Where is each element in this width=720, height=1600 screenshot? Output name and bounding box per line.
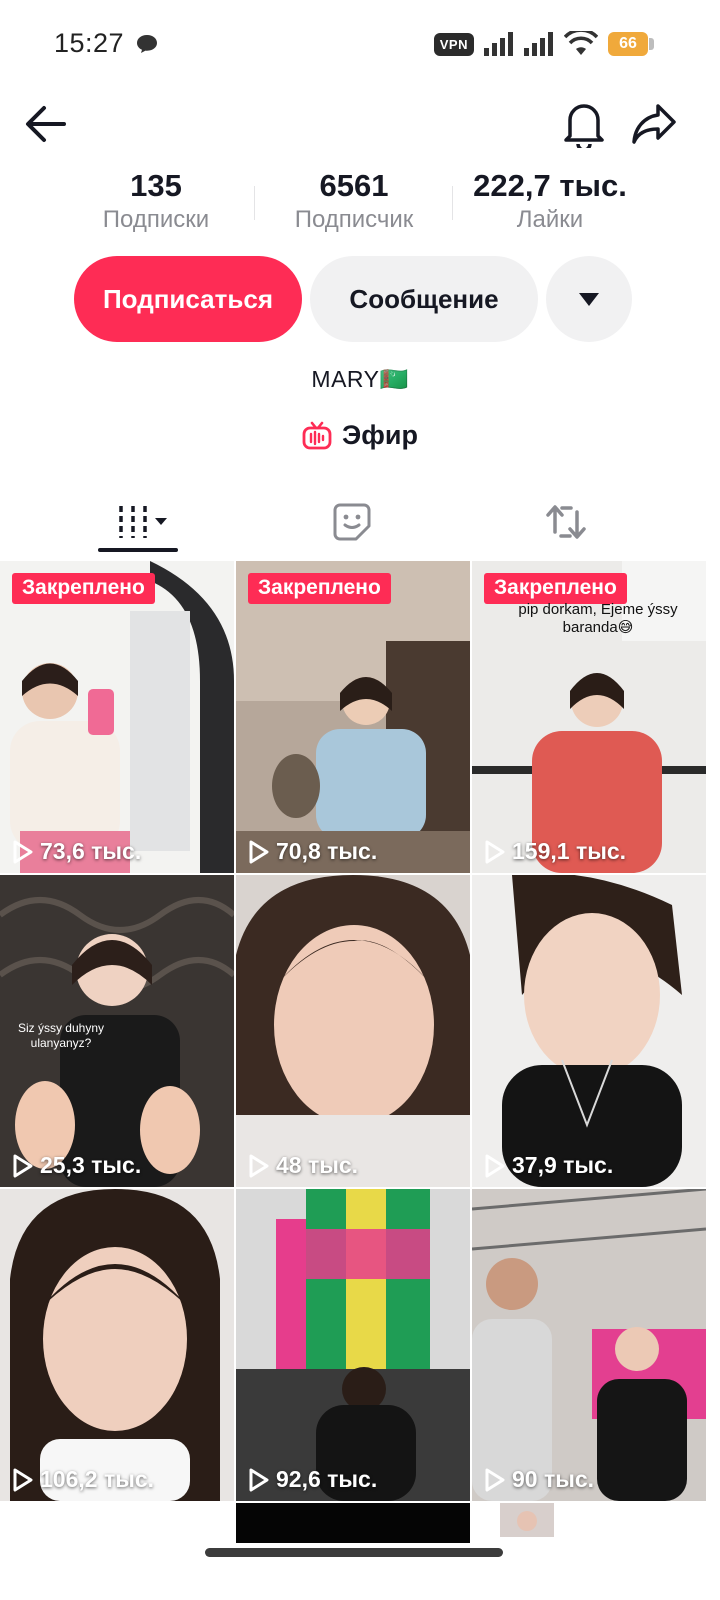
back-arrow-icon — [26, 106, 66, 142]
signal-icon — [484, 32, 513, 56]
status-time: 15:27 — [54, 28, 125, 58]
video-thumbnail — [500, 1503, 554, 1537]
chat-notification-icon — [137, 35, 157, 53]
vpn-badge: VPN — [433, 32, 474, 56]
tab-reposts[interactable] — [536, 492, 596, 552]
notifications-button[interactable] — [556, 96, 612, 152]
view-count-text: 48 тыс. — [276, 1152, 359, 1178]
video-thumbnail — [472, 875, 706, 1187]
play-icon — [249, 1154, 269, 1177]
followers-count: 6561 — [319, 168, 389, 203]
status-icons: VPN 66 — [433, 30, 654, 58]
pinned-badge: Закреплено — [484, 573, 627, 604]
video-tile[interactable]: Закреплено 73,6 тыс. — [0, 561, 234, 873]
live-label: Эфир — [342, 420, 418, 450]
play-icon — [13, 1154, 33, 1177]
likes-label: Лайки — [516, 206, 584, 233]
video-thumbnail — [0, 1189, 234, 1501]
view-count: 37,9 тыс. — [484, 1152, 613, 1179]
video-caption: pip dorkam, Ejeme ýssy baranda😅 — [518, 601, 678, 636]
videos-grid-icon — [119, 506, 167, 538]
view-count-text: 25,3 тыс. — [40, 1152, 142, 1178]
followers-stat[interactable]: 6561 Подписчик — [274, 168, 434, 234]
video-tile[interactable] — [0, 1503, 234, 1543]
status-bar: 15:27 VPN 66 — [0, 0, 720, 90]
likes-count: 222,7 тыс. — [473, 168, 627, 203]
video-tile[interactable]: 92,6 тыс. — [236, 1189, 470, 1501]
wifi-icon — [564, 31, 598, 55]
view-count: 70,8 тыс. — [248, 838, 377, 865]
likes-stat[interactable]: 222,7 тыс. Лайки — [460, 168, 640, 234]
caret-down-icon — [579, 293, 599, 306]
play-icon — [249, 840, 269, 863]
video-tile[interactable]: Siz ýssy duhyny ulanyanyz? 25,3 тыс. — [0, 875, 234, 1187]
following-count: 135 — [130, 168, 182, 203]
play-icon — [249, 1468, 269, 1491]
tab-favorites[interactable] — [322, 492, 382, 552]
active-tab-indicator — [98, 548, 178, 552]
view-count-text: 73,6 тыс. — [40, 838, 142, 864]
play-icon — [13, 840, 33, 863]
video-thumbnail — [236, 875, 470, 1187]
video-tile[interactable]: 106,2 тыс. — [0, 1189, 234, 1501]
view-count: 73,6 тыс. — [12, 838, 141, 865]
view-count-text: 90 тыс. — [512, 1466, 595, 1492]
message-button[interactable]: Сообщение — [310, 256, 538, 342]
share-button[interactable] — [626, 96, 682, 152]
view-count: 92,6 тыс. — [248, 1466, 377, 1493]
battery-icon: 66 — [608, 32, 654, 56]
video-tile[interactable]: Закреплено pip dorkam, Ejeme ýssy barand… — [472, 561, 706, 873]
view-count: 48 тыс. — [248, 1152, 358, 1179]
view-count-text: 70,8 тыс. — [276, 838, 378, 864]
video-thumbnail — [236, 1189, 470, 1501]
live-link[interactable]: Эфир — [0, 420, 720, 451]
video-thumbnail — [472, 1189, 706, 1501]
favorites-sticker-icon — [333, 503, 371, 541]
pinned-badge: Закреплено — [12, 573, 155, 604]
view-count-text: 37,9 тыс. — [512, 1152, 614, 1178]
suggested-accounts-button[interactable] — [546, 256, 632, 342]
video-thumbnail — [236, 561, 470, 873]
view-count-text: 106,2 тыс. — [40, 1466, 155, 1492]
play-icon — [485, 840, 505, 863]
reposts-icon — [546, 505, 586, 539]
video-tile[interactable]: 48 тыс. — [236, 875, 470, 1187]
profile-stats: 135 Подписки 6561 Подписчик 222,7 тыс. Л… — [0, 168, 720, 240]
video-tile[interactable]: Закреплено 70,8 тыс. — [236, 561, 470, 873]
profile-tabs — [0, 492, 720, 556]
back-button[interactable] — [18, 96, 74, 152]
play-icon — [485, 1154, 505, 1177]
follow-button[interactable]: Подписаться — [74, 256, 302, 342]
followers-label: Подписчик — [294, 206, 414, 233]
divider — [254, 186, 255, 220]
view-count: 159,1 тыс. — [484, 838, 626, 865]
video-tile[interactable] — [236, 1503, 470, 1543]
view-count: 106,2 тыс. — [12, 1466, 154, 1493]
play-icon — [13, 1468, 33, 1491]
play-icon — [485, 1468, 505, 1491]
divider — [452, 186, 453, 220]
battery-level: 66 — [608, 32, 648, 56]
video-caption: Siz ýssy duhyny ulanyanyz? — [17, 1021, 105, 1050]
bio-text: MARY🇹🇲 — [311, 366, 409, 392]
view-count: 90 тыс. — [484, 1466, 594, 1493]
following-stat[interactable]: 135 Подписки — [86, 168, 226, 234]
bell-icon — [564, 104, 604, 148]
view-count: 25,3 тыс. — [12, 1152, 141, 1179]
pinned-badge: Закреплено — [248, 573, 391, 604]
video-tile[interactable]: 37,9 тыс. — [472, 875, 706, 1187]
view-count-text: 92,6 тыс. — [276, 1466, 378, 1492]
signal-icon-2 — [524, 32, 553, 56]
following-label: Подписки — [102, 206, 210, 233]
video-tile[interactable]: 90 тыс. — [472, 1189, 706, 1501]
video-thumbnail — [0, 561, 234, 873]
share-icon — [632, 104, 676, 144]
tab-videos[interactable] — [98, 492, 188, 552]
view-count-text: 159,1 тыс. — [512, 838, 627, 864]
live-tv-icon — [302, 421, 332, 449]
video-tile[interactable] — [472, 1503, 706, 1543]
home-indicator[interactable] — [205, 1548, 503, 1557]
